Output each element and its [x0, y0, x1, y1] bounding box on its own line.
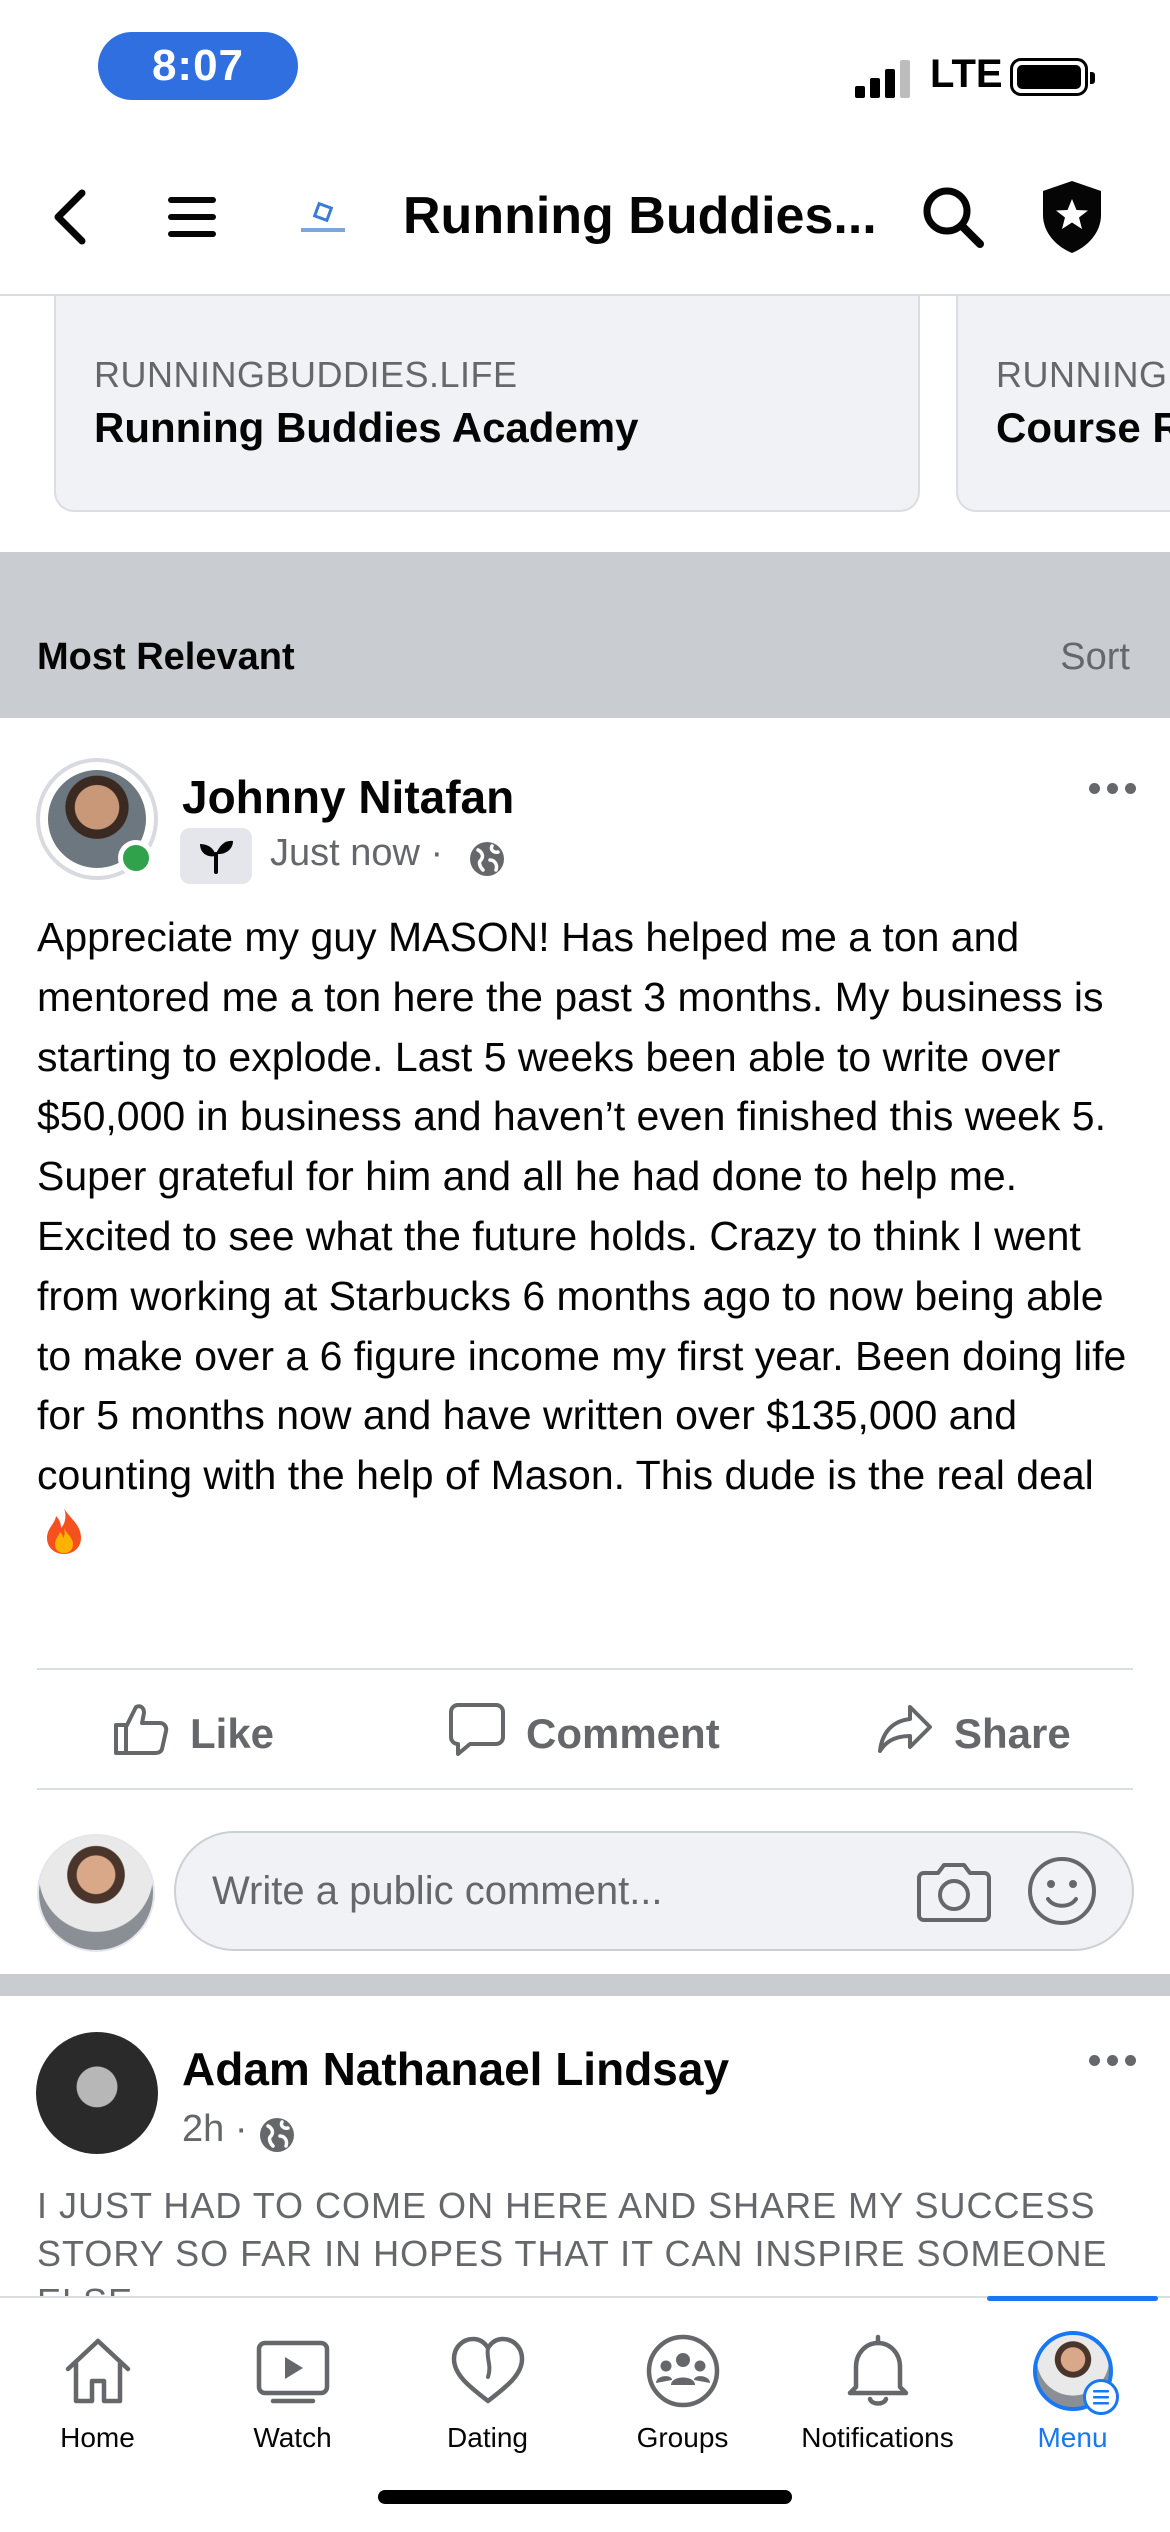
battery-icon: [1010, 58, 1095, 96]
tab-label: Watch: [253, 2422, 332, 2453]
online-status-indicator: [118, 840, 154, 876]
status-time[interactable]: 8:07: [98, 32, 298, 100]
groups-icon: [640, 2328, 726, 2414]
comment-input[interactable]: Write a public comment...: [174, 1831, 1134, 1951]
tab-home[interactable]: Home: [0, 2298, 195, 2458]
group-header: Running Buddies...: [0, 140, 1170, 296]
globe-icon: [468, 840, 506, 883]
watch-icon: [250, 2328, 336, 2414]
comment-label: Comment: [526, 1710, 720, 1757]
home-icon: [55, 2328, 141, 2414]
sort-button[interactable]: Sort: [1060, 636, 1130, 679]
post-body: I JUST HAD TO COME ON HERE AND SHARE MY …: [37, 2185, 1108, 2296]
tab-label: Groups: [636, 2422, 729, 2453]
dating-icon: [445, 2328, 531, 2414]
mini-menu-icon: [1082, 2379, 1119, 2415]
new-member-icon[interactable]: [180, 828, 252, 884]
post-author[interactable]: Adam Nathanael Lindsay: [182, 2042, 729, 2096]
like-icon: [112, 1701, 170, 1767]
link-card[interactable]: RUNNINGBUDDIES.LIFE Running Buddies Acad…: [54, 296, 920, 512]
share-button[interactable]: Share: [876, 1698, 1071, 1770]
divider: [37, 1668, 1133, 1670]
tab-label: Notifications: [801, 2422, 954, 2453]
network-label: LTE: [930, 52, 1003, 96]
link-title: Running Buddies Academy: [94, 404, 639, 451]
feed-separator: [0, 1974, 1170, 1996]
status-bar: 8:07 LTE: [0, 0, 1170, 140]
author-avatar[interactable]: [36, 2032, 158, 2154]
tab-label: Menu: [1037, 2422, 1108, 2453]
hamburger-menu-icon[interactable]: [147, 172, 237, 262]
share-label: Share: [954, 1710, 1071, 1757]
comment-icon: [448, 1701, 506, 1767]
home-indicator[interactable]: [378, 2490, 792, 2504]
menu-avatar-icon: [1030, 2328, 1119, 2415]
signal-icon: [855, 58, 911, 98]
post-author[interactable]: Johnny Nitafan: [182, 770, 514, 824]
back-icon[interactable]: [25, 172, 115, 262]
like-button[interactable]: Like: [112, 1698, 274, 1770]
group-logo[interactable]: [297, 201, 349, 240]
link-card[interactable]: RUNNINGB Course R: [956, 296, 1170, 512]
post-body: Appreciate my guy MASON! Has helped me a…: [37, 908, 1142, 1573]
tab-dating[interactable]: Dating: [390, 2298, 585, 2458]
share-icon: [876, 1701, 934, 1767]
link-title: Course R: [996, 404, 1170, 451]
tab-watch[interactable]: Watch: [195, 2298, 390, 2458]
globe-icon: [258, 2116, 296, 2159]
post-timestamp[interactable]: 2h ·: [182, 2108, 247, 2151]
link-domain: RUNNINGBUDDIES.LIFE: [94, 354, 518, 395]
post: Johnny Nitafan Just now · Appreciate my …: [0, 718, 1170, 1974]
tab-notifications[interactable]: Notifications: [780, 2298, 975, 2458]
link-carousel: RUNNINGBUDDIES.LIFE Running Buddies Acad…: [0, 296, 1170, 552]
link-domain: RUNNINGB: [996, 354, 1170, 395]
sort-bar: Most Relevant Sort: [0, 552, 1170, 718]
bell-icon: [835, 2328, 921, 2414]
more-options-icon[interactable]: [1080, 2040, 1144, 2080]
sort-label: Most Relevant: [37, 636, 295, 678]
admin-badge-icon[interactable]: [1027, 172, 1117, 262]
post-text: Appreciate my guy MASON! Has helped me a…: [37, 914, 1127, 1499]
tab-label: Dating: [447, 2422, 528, 2453]
comment-placeholder: Write a public comment...: [212, 1869, 663, 1913]
comment-button[interactable]: Comment: [448, 1698, 720, 1770]
emoji-icon[interactable]: [1026, 1855, 1098, 1932]
fire-emoji-icon: [41, 1506, 87, 1573]
post: Adam Nathanael Lindsay 2h · I JUST HAD T…: [0, 1996, 1170, 2296]
tab-label: Home: [60, 2422, 135, 2453]
current-user-avatar[interactable]: [37, 1834, 155, 1952]
tab-menu[interactable]: Menu: [975, 2296, 1170, 2458]
divider: [37, 1788, 1133, 1790]
more-options-icon[interactable]: [1080, 768, 1144, 808]
search-icon[interactable]: [908, 172, 998, 262]
tab-groups[interactable]: Groups: [585, 2298, 780, 2458]
like-label: Like: [190, 1710, 275, 1757]
post-timestamp[interactable]: Just now ·: [270, 832, 443, 875]
camera-icon[interactable]: [916, 1855, 992, 1932]
group-title[interactable]: Running Buddies...: [403, 186, 877, 246]
